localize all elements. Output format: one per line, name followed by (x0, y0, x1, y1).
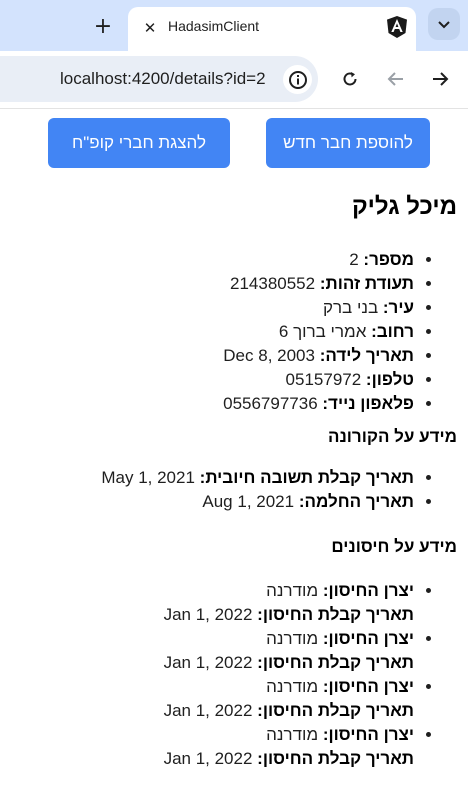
angular-icon (387, 16, 407, 38)
info-icon (288, 70, 307, 89)
detail-value: אמרי ברוך 6 (278, 322, 367, 341)
reload-button[interactable] (338, 67, 362, 91)
tab-title: HadasimClient (168, 18, 260, 34)
corona-value: Aug 1, 2021 (202, 492, 295, 511)
detail-label: פלאפון נייד: (322, 394, 414, 413)
browser-toolbar: localhost:4200/details?id=2 (0, 51, 468, 109)
manufacturer-label: יצרן החיסון: (322, 725, 414, 744)
vaccine-date-value: Jan 1, 2022 (163, 605, 253, 624)
detail-label: טלפון: (365, 370, 414, 389)
vaccine-item: יצרן החיסון: מודרנה תאריך קבלת החיסון: J… (164, 627, 414, 675)
detail-street: רחוב: אמרי ברוך 6 (223, 320, 414, 344)
detail-value: 05157972 (285, 370, 362, 389)
detail-id: מספר: 2 (223, 248, 414, 272)
corona-section-title: מידע על הקורונה (327, 427, 457, 446)
detail-value: 214380552 (230, 274, 316, 293)
detail-label: מספר: (363, 250, 414, 269)
back-button[interactable] (384, 67, 408, 91)
corona-info-list: תאריך קבלת תשובה חיובית: May 1, 2021 תאר… (101, 466, 438, 514)
browser-tab-strip: + ✕ HadasimClient (0, 0, 468, 51)
address-url[interactable]: localhost:4200/details?id=2 (60, 69, 266, 89)
detail-label: תאריך לידה: (319, 346, 414, 365)
detail-city: עיר: בני ברק (223, 296, 414, 320)
address-bar[interactable]: localhost:4200/details?id=2 (0, 56, 318, 102)
manufacturer-value: מודרנה (266, 725, 319, 744)
vaccine-item: יצרן החיסון: מודרנה תאריך קבלת החיסון: J… (164, 723, 414, 771)
reload-icon (343, 72, 357, 86)
forward-button[interactable] (428, 67, 452, 91)
manufacturer-label: יצרן החיסון: (322, 581, 414, 600)
member-name: מיכל גליק (351, 193, 457, 220)
member-details-list: מספר: 2 תעודת זהות: 214380552 עיר: בני ב… (223, 248, 438, 416)
manufacturer-value: מודרנה (266, 629, 319, 648)
vaccine-date-label: תאריך קבלת החיסון: (257, 653, 414, 672)
detail-birth-date: תאריך לידה: Dec 8, 2003 (223, 344, 414, 368)
arrow-left-icon (387, 72, 403, 86)
show-members-button[interactable]: להצגת חברי קופ"ח (48, 118, 230, 168)
vaccine-item: יצרן החיסון: מודרנה תאריך קבלת החיסון: J… (164, 579, 414, 627)
arrow-right-icon (433, 72, 449, 86)
vaccine-date-label: תאריך קבלת החיסון: (257, 749, 414, 768)
vaccine-date-value: Jan 1, 2022 (163, 749, 253, 768)
detail-label: תעודת זהות: (319, 274, 414, 293)
detail-value: 2 (349, 250, 359, 269)
vaccine-date-label: תאריך קבלת החיסון: (257, 701, 414, 720)
vaccine-date-value: Jan 1, 2022 (163, 653, 253, 672)
corona-label: תאריך קבלת תשובה חיובית: (199, 468, 414, 487)
manufacturer-value: מודרנה (266, 677, 319, 696)
corona-label: תאריך החלמה: (298, 492, 414, 511)
add-member-button[interactable]: להוספת חבר חדש (266, 118, 430, 168)
detail-id-number: תעודת זהות: 214380552 (223, 272, 414, 296)
detail-value: בני ברק (322, 298, 379, 317)
close-tab-icon[interactable]: ✕ (140, 18, 160, 38)
corona-positive-date: תאריך קבלת תשובה חיובית: May 1, 2021 (101, 466, 414, 490)
detail-label: עיר: (382, 298, 414, 317)
manufacturer-label: יצרן החיסון: (322, 629, 414, 648)
tab-search-button[interactable] (428, 8, 460, 40)
new-tab-button[interactable]: + (90, 13, 116, 39)
site-info-button[interactable] (283, 65, 312, 94)
vaccine-date-label: תאריך קבלת החיסון: (257, 605, 414, 624)
vaccines-list: יצרן החיסון: מודרנה תאריך קבלת החיסון: J… (164, 579, 438, 771)
manufacturer-label: יצרן החיסון: (322, 677, 414, 696)
detail-label: רחוב: (371, 322, 414, 341)
vaccines-section-title: מידע על חיסונים (331, 537, 457, 556)
detail-mobile: פלאפון נייד: 0556797736 (223, 392, 414, 416)
corona-recovery-date: תאריך החלמה: Aug 1, 2021 (101, 490, 414, 514)
detail-value: 0556797736 (223, 394, 318, 413)
vaccine-date-value: Jan 1, 2022 (163, 701, 253, 720)
page-content: להוספת חבר חדש להצגת חברי קופ"ח מיכל גלי… (0, 109, 468, 796)
vaccine-item: יצרן החיסון: מודרנה תאריך קבלת החיסון: J… (164, 675, 414, 723)
browser-tab[interactable]: ✕ HadasimClient (128, 7, 416, 51)
detail-value: Dec 8, 2003 (223, 346, 315, 365)
detail-phone: טלפון: 05157972 (223, 368, 414, 392)
manufacturer-value: מודרנה (266, 581, 319, 600)
chevron-down-icon (438, 21, 450, 29)
corona-value: May 1, 2021 (101, 468, 195, 487)
